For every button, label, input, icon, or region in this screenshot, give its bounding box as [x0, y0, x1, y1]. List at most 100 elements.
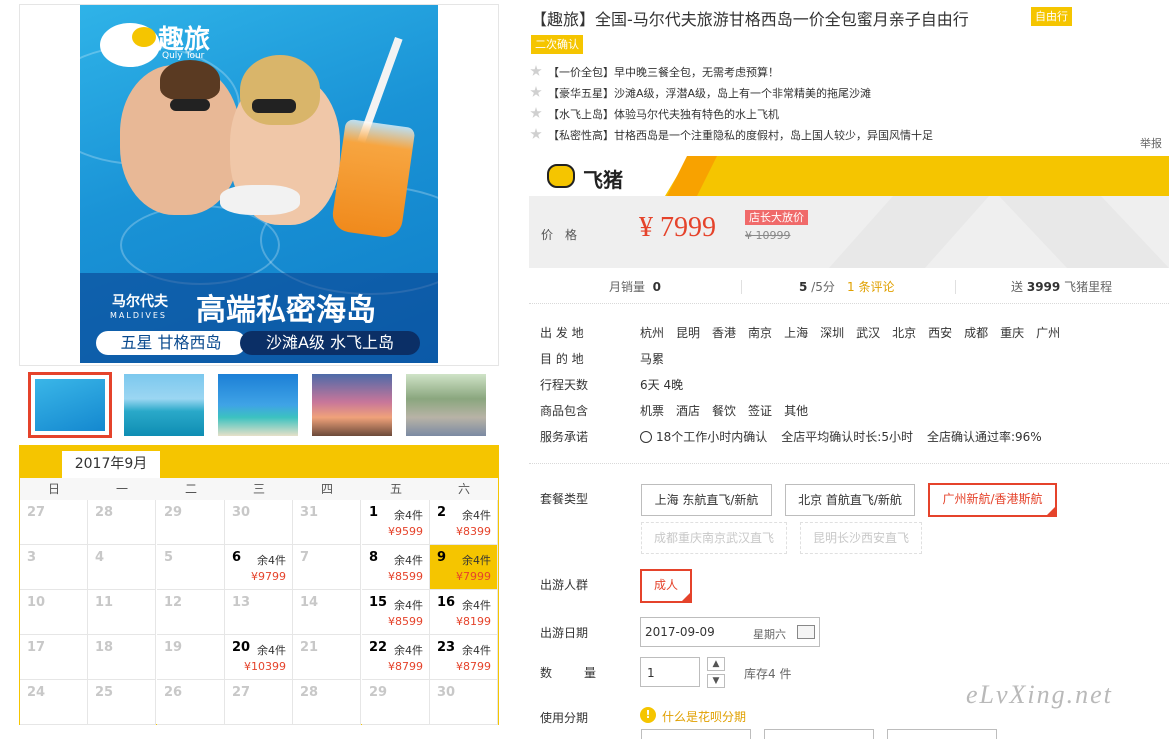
- includes-list: 机票 酒店 餐饮 签证 其他: [640, 402, 820, 419]
- calendar-day: 28: [88, 500, 156, 545]
- calendar-day: 11: [88, 590, 156, 635]
- depart-cities: 杭州 昆明 香港 南京 上海 深圳 武汉 北京 西安 成都 重庆 广州: [640, 324, 1072, 341]
- days-value: 6天 4晚: [640, 378, 684, 392]
- package-option-disabled: 昆明长沙西安直飞: [800, 522, 922, 554]
- thumbnail[interactable]: [122, 372, 206, 438]
- day-stock: 余4件: [257, 554, 286, 567]
- calendar-day-selected[interactable]: 9 余4件 ¥7999: [430, 545, 498, 590]
- calendar-day[interactable]: 8 余4件 ¥8599: [362, 545, 430, 590]
- weekday-label: 日: [47, 482, 60, 496]
- day-number: 15: [369, 595, 388, 610]
- day-number: 7: [300, 550, 310, 565]
- brand-bar: 飞猪: [529, 156, 1169, 196]
- thumbnail[interactable]: [216, 372, 300, 438]
- calendar-day[interactable]: 2 余4件 ¥8399: [430, 500, 498, 545]
- thumbnail[interactable]: [404, 372, 488, 438]
- package-option[interactable]: 北京 首航直飞/新航: [785, 484, 915, 516]
- dest-value: 马累: [640, 352, 665, 366]
- calendar-day: 7: [293, 545, 361, 590]
- day-number: 25: [95, 685, 114, 700]
- calendar-day: 18: [88, 635, 156, 680]
- installment-option[interactable]: [764, 729, 874, 739]
- calendar-day: 27: [20, 500, 88, 545]
- feature-item: 【水飞上岛】体验马尔代夫独有特色的水上飞机: [530, 107, 779, 123]
- calendar-day[interactable]: 20 余4件 ¥10399: [225, 635, 293, 680]
- calendar-day[interactable]: 15 余4件 ¥8599: [362, 590, 430, 635]
- star-icon: [530, 128, 542, 139]
- calendar-day[interactable]: 22 余4件 ¥8799: [362, 635, 430, 680]
- day-number: 26: [164, 685, 183, 700]
- report-link[interactable]: 举报: [1140, 135, 1162, 151]
- day-number: 5: [164, 550, 174, 565]
- day-number: 6: [232, 550, 242, 565]
- installment-option[interactable]: [641, 729, 751, 739]
- check-icon: [640, 431, 652, 443]
- day-stock: 余4件: [257, 644, 286, 657]
- rating: 5 /5分: [799, 280, 835, 294]
- calendar-day[interactable]: 16 余4件 ¥8199: [430, 590, 498, 635]
- hero-pill-left: 五星 甘格西岛: [96, 331, 246, 355]
- include-item: 餐饮: [712, 404, 737, 418]
- brand-name: 飞猪: [583, 168, 623, 192]
- calendar-day[interactable]: 6 余4件 ¥9799: [225, 545, 293, 590]
- package-option-selected[interactable]: 广州新航/香港斯航: [928, 483, 1057, 517]
- thumbnail[interactable]: [310, 372, 394, 438]
- date-input[interactable]: 2017-09-09 星期六: [640, 617, 820, 647]
- calendar-day: 29: [157, 500, 225, 545]
- quantity-down-icon[interactable]: ▼: [707, 674, 725, 688]
- day-price: ¥8599: [388, 615, 423, 628]
- calendar-day: 30: [430, 680, 498, 725]
- day-number: 4: [95, 550, 105, 565]
- calendar-day[interactable]: 23 余4件 ¥8799: [430, 635, 498, 680]
- calendar-day[interactable]: 1 余4件 ¥9599: [362, 500, 430, 545]
- weekday-label: 六: [457, 482, 470, 496]
- price-calendar: 2017年9月 日一二三四五六 27 28 29 30 31 1 余4件 ¥9599 2 余4件 ¥…: [19, 445, 499, 725]
- day-number: 28: [300, 685, 319, 700]
- day-stock: 余4件: [462, 644, 491, 657]
- day-price: ¥7999: [456, 570, 491, 583]
- day-price: ¥8599: [388, 570, 423, 583]
- people-option-selected[interactable]: 成人: [640, 569, 692, 603]
- day-number: 10: [27, 595, 46, 610]
- calendar-month-tab[interactable]: 2017年9月: [62, 451, 160, 478]
- quantity-up-icon[interactable]: ▲: [707, 657, 725, 671]
- day-number: 17: [27, 640, 46, 655]
- original-price: ¥ 10999: [745, 229, 791, 242]
- people-label: 出游人群: [540, 578, 589, 592]
- calendar-day: 13: [225, 590, 293, 635]
- thumbnail[interactable]: [28, 372, 112, 438]
- tag-free-travel: 自由行: [1031, 7, 1072, 26]
- hero-headline: 高端私密海岛: [196, 293, 376, 328]
- calendar-day: 21: [293, 635, 361, 680]
- day-number: 2: [437, 505, 447, 520]
- reviews-link[interactable]: 1 条评论: [847, 278, 894, 295]
- service-list: 18个工作小时内确认 全店平均确认时长:5小时 全店确认通过率:96%: [640, 428, 1042, 445]
- include-item: 其他: [784, 404, 809, 418]
- watermark: eLvXing.net: [966, 680, 1113, 709]
- weekday-label: 四: [320, 482, 333, 496]
- include-item: 签证: [748, 404, 773, 418]
- calendar-day: 14: [293, 590, 361, 635]
- depart-city: 北京: [892, 326, 917, 340]
- feature-item: 【一价全包】早中晚三餐全包，无需考虑预算！: [530, 65, 779, 81]
- installment-link[interactable]: 什么是花呗分期: [662, 708, 746, 725]
- depart-city: 广州: [1036, 326, 1061, 340]
- current-price: ¥ 7999: [639, 212, 716, 243]
- date-value: 2017-09-09: [645, 625, 715, 639]
- installment-option[interactable]: [887, 729, 997, 739]
- day-number: 23: [437, 640, 456, 655]
- calendar-icon[interactable]: [797, 625, 815, 639]
- weekday-label: 二: [184, 482, 197, 496]
- miles: 送 3999 飞猪里程: [1011, 280, 1113, 294]
- depart-city: 西安: [928, 326, 953, 340]
- feature-item: 【豪华五星】沙滩A级，浮潜A级，岛上有一个非常精美的拖尾沙滩: [530, 86, 871, 102]
- calendar-day: 25: [88, 680, 156, 725]
- day-price: ¥8399: [456, 525, 491, 538]
- package-option[interactable]: 上海 东航直飞/新航: [641, 484, 772, 516]
- quantity-input[interactable]: 1: [640, 657, 700, 687]
- day-stock: 余4件: [462, 599, 491, 612]
- days-label: 行程天数: [540, 378, 589, 392]
- day-number: 20: [232, 640, 251, 655]
- service-label: 服务承诺: [540, 430, 589, 444]
- day-number: 29: [369, 685, 388, 700]
